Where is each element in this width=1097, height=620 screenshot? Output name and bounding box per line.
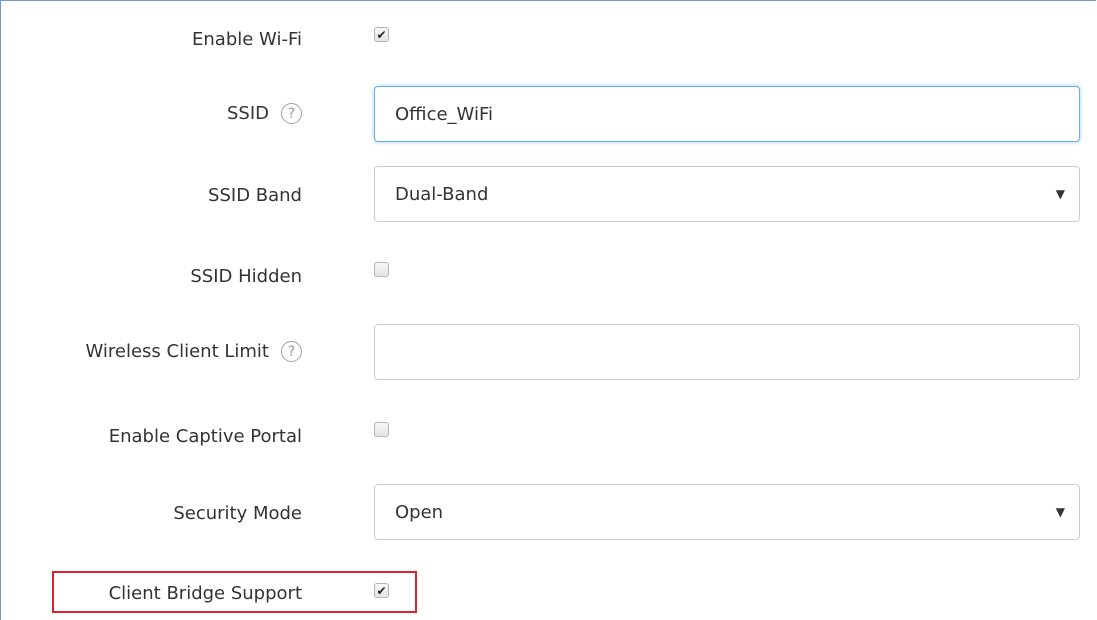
ssid-hidden-label: SSID Hidden <box>190 266 302 287</box>
row-wireless-client-limit: Wireless Client Limit ? <box>0 324 1097 380</box>
client-bridge-support-checkbox[interactable]: ✔ <box>374 583 389 598</box>
wireless-client-limit-input[interactable] <box>374 324 1080 380</box>
row-ssid-hidden: SSID Hidden <box>0 262 1097 292</box>
chevron-down-icon: ▼ <box>1055 505 1065 519</box>
help-circle-icon[interactable]: ? <box>281 341 302 362</box>
row-ssid-band: SSID Band Dual-Band ▼ <box>0 166 1097 222</box>
row-client-bridge-support: Client Bridge Support ✔ <box>0 578 1097 608</box>
ssid-hidden-checkbox[interactable] <box>374 262 389 277</box>
enable-captive-portal-checkbox[interactable] <box>374 422 389 437</box>
ssid-input[interactable] <box>374 86 1080 142</box>
ssid-label: SSID ? <box>227 103 302 124</box>
enable-wifi-checkbox[interactable]: ✔ <box>374 27 389 42</box>
row-ssid: SSID ? <box>0 86 1097 142</box>
enable-wifi-label: Enable Wi-Fi <box>192 29 302 50</box>
security-mode-select[interactable]: Open ▼ <box>374 484 1080 540</box>
chevron-down-icon: ▼ <box>1055 187 1065 201</box>
client-bridge-support-label: Client Bridge Support <box>108 583 302 604</box>
checkmark-icon: ✔ <box>376 27 387 42</box>
enable-captive-portal-label: Enable Captive Portal <box>108 426 302 447</box>
help-circle-icon[interactable]: ? <box>281 103 302 124</box>
security-mode-label: Security Mode <box>173 503 302 524</box>
row-enable-wifi: Enable Wi-Fi ✔ <box>0 25 1097 55</box>
ssid-band-select[interactable]: Dual-Band ▼ <box>374 166 1080 222</box>
security-mode-selected-value: Open <box>395 501 444 523</box>
ssid-band-label: SSID Band <box>208 185 302 206</box>
row-enable-captive-portal: Enable Captive Portal <box>0 422 1097 452</box>
wireless-client-limit-label: Wireless Client Limit ? <box>86 341 302 362</box>
checkmark-icon: ✔ <box>376 583 387 598</box>
row-security-mode: Security Mode Open ▼ <box>0 484 1097 540</box>
ssid-band-selected-value: Dual-Band <box>395 183 489 205</box>
